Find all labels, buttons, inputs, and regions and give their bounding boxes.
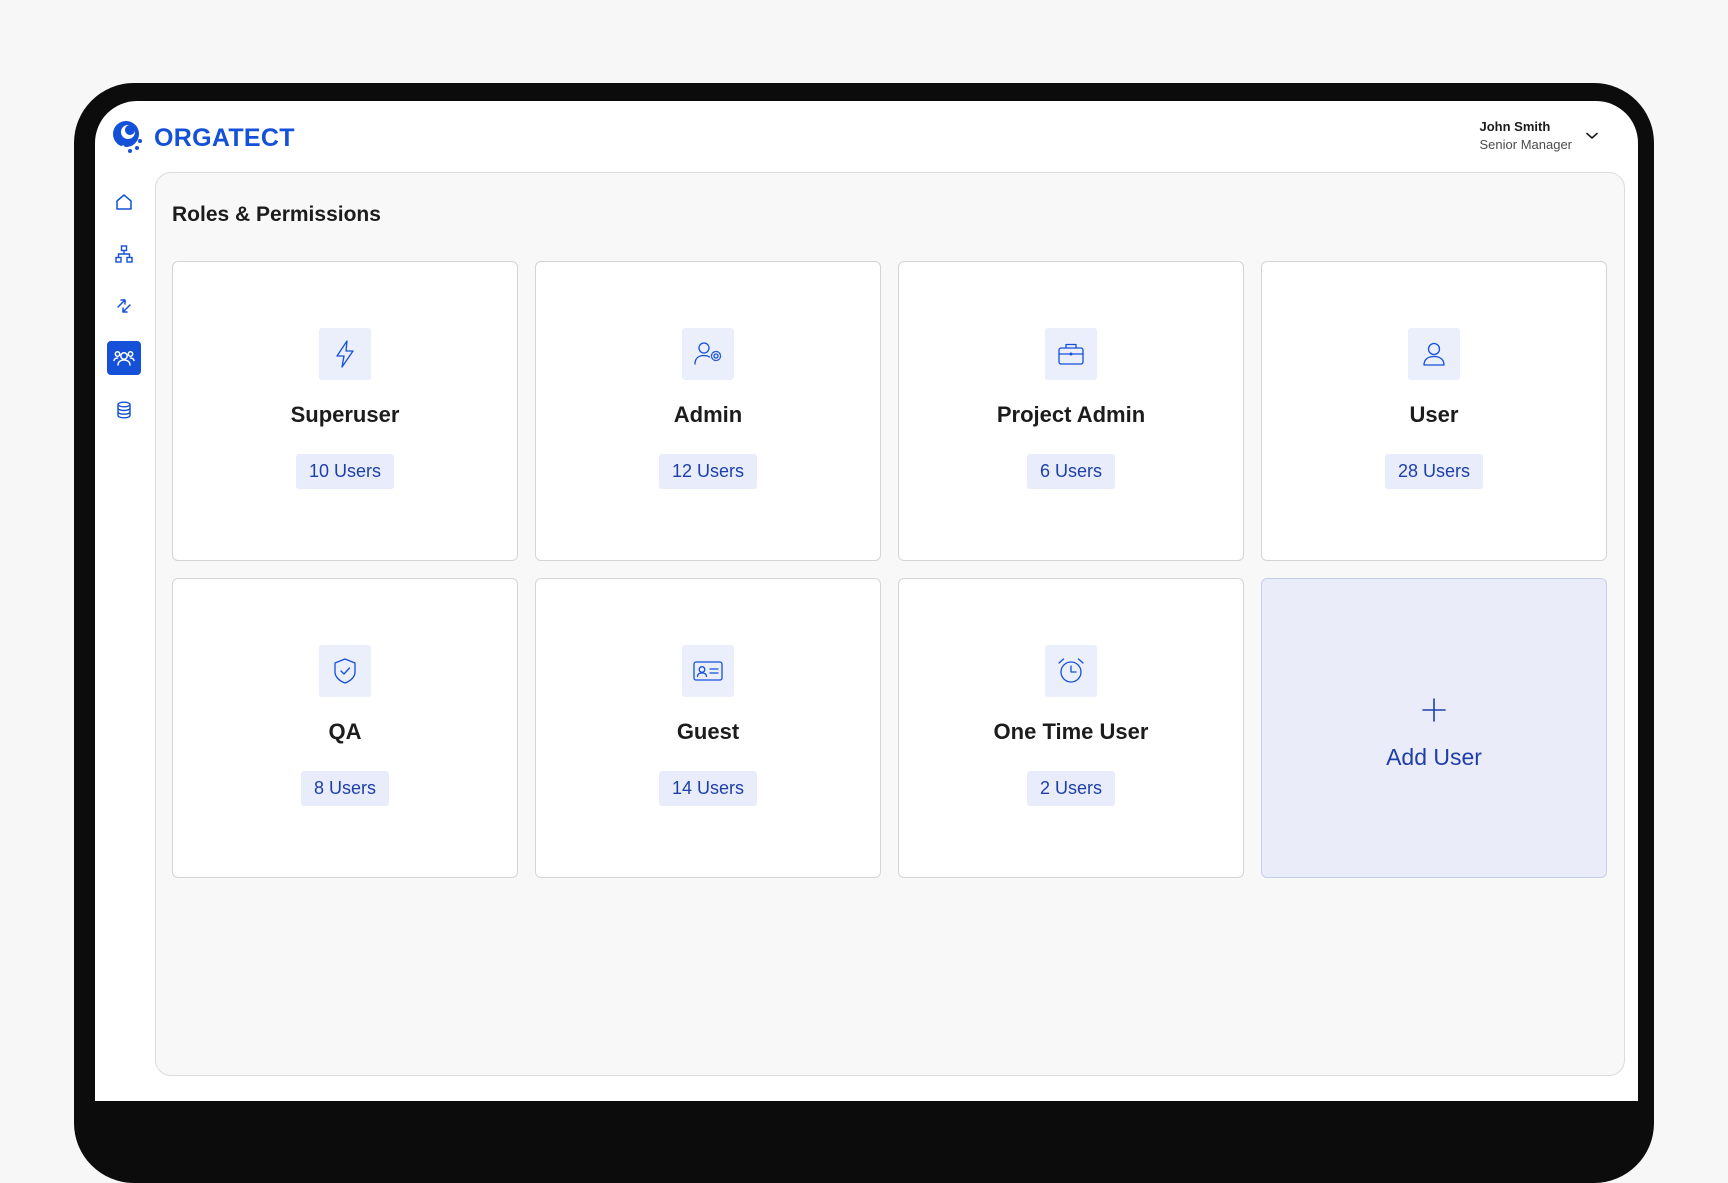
role-name: Guest	[676, 719, 740, 744]
id-card-icon	[682, 645, 734, 697]
sidebar-item-transfer[interactable]	[107, 289, 141, 323]
logo-icon	[111, 119, 145, 158]
logo-text: ORGATECT	[154, 124, 295, 152]
plus-icon	[1421, 697, 1447, 728]
app-logo[interactable]: ORGATECT	[111, 119, 295, 158]
users-icon	[113, 351, 135, 366]
user-role: Senior Manager	[1479, 137, 1573, 152]
sidebar	[106, 185, 142, 445]
user-gear-icon	[682, 328, 734, 380]
lightning-icon	[319, 328, 371, 380]
role-card-qa[interactable]: QA 8 Users	[172, 578, 518, 878]
add-user-label: Add User	[1386, 744, 1482, 770]
app-screen: ORGATECT John Smith Senior Manager Roles…	[95, 101, 1638, 1101]
role-name: Project Admin	[996, 402, 1146, 427]
role-card-user[interactable]: User 28 Users	[1261, 261, 1607, 561]
add-user-button[interactable]: Add User	[1261, 578, 1607, 878]
user-count-badge: 8 Users	[300, 771, 389, 806]
sidebar-item-org-chart[interactable]	[107, 237, 141, 271]
role-name: One Time User	[993, 719, 1149, 744]
roles-panel: Roles & Permissions Superuser 10 Users A…	[155, 172, 1625, 1076]
role-name: QA	[328, 719, 362, 744]
user-count-badge: 28 Users	[1384, 454, 1484, 489]
user-count-badge: 12 Users	[658, 454, 758, 489]
page-title: Roles & Permissions	[172, 203, 381, 226]
role-name: User	[1409, 402, 1459, 427]
briefcase-icon	[1045, 328, 1097, 380]
user-name: John Smith	[1479, 119, 1551, 134]
sidebar-item-database[interactable]	[107, 393, 141, 427]
user-count-badge: 14 Users	[658, 771, 758, 806]
role-card-one-time-user[interactable]: One Time User 2 Users	[898, 578, 1244, 878]
role-card-project-admin[interactable]: Project Admin 6 Users	[898, 261, 1244, 561]
role-name: Admin	[673, 402, 743, 427]
home-icon	[116, 194, 132, 210]
transfer-icon	[117, 299, 131, 313]
user-count-badge: 2 Users	[1026, 771, 1115, 806]
sidebar-item-home[interactable]	[107, 185, 141, 219]
role-card-admin[interactable]: Admin 12 Users	[535, 261, 881, 561]
user-menu[interactable]: John Smith Senior Manager	[1480, 119, 1599, 152]
user-count-badge: 6 Users	[1026, 454, 1115, 489]
shield-check-icon	[319, 645, 371, 697]
role-card-superuser[interactable]: Superuser 10 Users	[172, 261, 518, 561]
database-icon	[117, 401, 131, 419]
roles-grid: Superuser 10 Users Admin 12 Users Projec…	[172, 261, 1607, 878]
chevron-down-icon[interactable]	[1586, 127, 1598, 145]
org-chart-icon	[115, 245, 133, 263]
alarm-clock-icon	[1045, 645, 1097, 697]
role-name: Superuser	[290, 402, 400, 427]
device-frame: ORGATECT John Smith Senior Manager Roles…	[74, 83, 1654, 1183]
user-count-badge: 10 Users	[295, 454, 395, 489]
role-card-guest[interactable]: Guest 14 Users	[535, 578, 881, 878]
sidebar-item-roles[interactable]	[107, 341, 141, 375]
user-icon	[1408, 328, 1460, 380]
